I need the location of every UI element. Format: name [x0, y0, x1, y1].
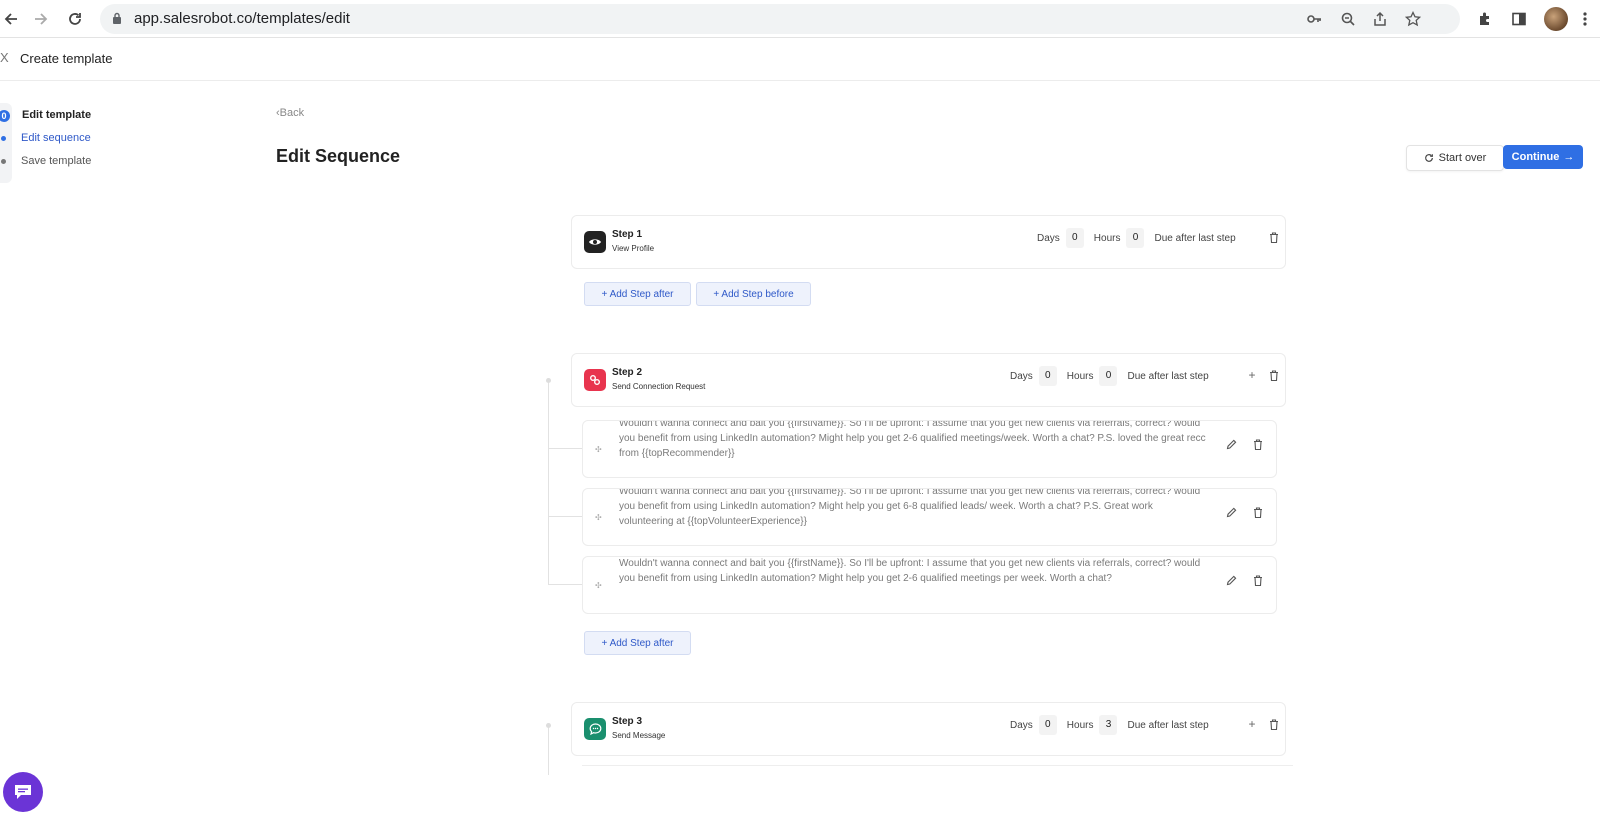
tree-node [546, 378, 551, 383]
trash-icon[interactable] [1267, 717, 1281, 731]
add-step-after-button[interactable]: + Add Step after [584, 282, 691, 306]
trash-icon[interactable] [1267, 230, 1281, 244]
link-icon [584, 369, 606, 391]
trash-icon[interactable] [1251, 437, 1265, 451]
plus-icon[interactable]: + [1245, 368, 1259, 382]
back-arrow-icon[interactable] [0, 8, 22, 30]
days-input[interactable]: 0 [1065, 228, 1084, 248]
tree-connector [548, 380, 549, 584]
forward-arrow-icon[interactable] [30, 8, 52, 30]
message-icon [584, 718, 606, 740]
hours-input[interactable]: 3 [1099, 715, 1118, 735]
step-card-3: Step 3 Send Message Days 0 Hours 3 Due a… [571, 702, 1286, 756]
app-header: X Create template [0, 38, 1600, 81]
step-action: View Profile [612, 244, 655, 253]
tree-connector [548, 725, 549, 775]
tree-branch [548, 516, 582, 517]
drag-handle-icon[interactable]: ✣ [595, 445, 602, 454]
drag-handle-icon[interactable]: ✣ [595, 581, 602, 590]
sidepanel-icon[interactable] [1508, 8, 1530, 30]
close-icon[interactable]: X [0, 50, 9, 65]
message-variant-1[interactable]: ✣ Wouldn't wanna connect and bait you {{… [582, 420, 1277, 478]
chat-widget-button[interactable] [3, 772, 43, 812]
add-step-after-button[interactable]: + Add Step after [584, 631, 691, 655]
page-title: Edit Sequence [276, 146, 401, 166]
stepper-dot [1, 136, 6, 141]
address-bar[interactable]: app.salesrobot.co/templates/edit [100, 4, 1460, 34]
message-variant-3[interactable]: ✣ Wouldn't wanna connect and bait you {{… [582, 556, 1277, 614]
lock-icon [113, 12, 121, 24]
chat-bubble-icon [15, 785, 31, 799]
extensions-icon[interactable] [1474, 8, 1496, 30]
start-over-button[interactable]: Start over [1406, 145, 1504, 171]
arrow-right-icon: → [1563, 151, 1575, 163]
zoom-icon[interactable] [1338, 9, 1358, 29]
share-icon[interactable] [1370, 9, 1390, 29]
days-input[interactable]: 0 [1038, 715, 1057, 735]
url-text[interactable]: app.salesrobot.co/templates/edit [134, 10, 350, 27]
step-card-2: Step 2 Send Connection Request Days 0 Ho… [571, 353, 1286, 407]
stepper-label: Save template [21, 155, 92, 167]
plus-icon[interactable]: + [1245, 717, 1259, 731]
step-timing: Days 0 Hours 0 Due after last step [1037, 228, 1236, 248]
step-timing: Days 0 Hours 3 Due after last step [1010, 715, 1209, 735]
key-icon[interactable] [1304, 9, 1324, 29]
stepper-label: Edit sequence [21, 132, 91, 144]
add-step-before-button[interactable]: + Add Step before [696, 282, 811, 306]
refresh-icon [1424, 154, 1433, 162]
avatar[interactable] [1544, 7, 1568, 31]
days-input[interactable]: 0 [1038, 366, 1057, 386]
reload-icon[interactable] [64, 8, 86, 30]
pencil-icon[interactable] [1224, 437, 1238, 451]
step-action: Send Message [612, 731, 666, 740]
tree-branch [548, 448, 582, 449]
trash-icon[interactable] [1267, 368, 1281, 382]
step-timing: Days 0 Hours 0 Due after last step [1010, 366, 1209, 386]
back-link[interactable]: ‹Back [276, 107, 304, 119]
hours-input[interactable]: 0 [1126, 228, 1145, 248]
tree-branch [548, 584, 582, 585]
trash-icon[interactable] [1251, 505, 1265, 519]
pencil-icon[interactable] [1224, 573, 1238, 587]
eye-icon [584, 231, 606, 253]
stepper-dot [1, 159, 6, 164]
message-variant-2[interactable]: ✣ Wouldn't wanna connect and bait you {{… [582, 488, 1277, 546]
kebab-menu-icon[interactable] [1574, 8, 1596, 30]
page-header-title: Create template [20, 51, 113, 66]
step-title: Step 3 [612, 716, 643, 727]
message-text: Wouldn't wanna connect and bait you {{fi… [619, 488, 1201, 527]
step-title: Step 2 [612, 367, 643, 378]
message-text: Wouldn't wanna connect and bait you {{fi… [619, 420, 1206, 459]
browser-toolbar: app.salesrobot.co/templates/edit [0, 0, 1600, 38]
pencil-icon[interactable] [1224, 505, 1238, 519]
message-text: Wouldn't wanna connect and bait you {{fi… [619, 558, 1201, 584]
bookmark-star-icon[interactable] [1403, 9, 1423, 29]
hours-input[interactable]: 0 [1099, 366, 1118, 386]
trash-icon[interactable] [1251, 573, 1265, 587]
drag-handle-icon[interactable]: ✣ [595, 513, 602, 522]
stepper-label: Edit template [22, 109, 92, 121]
divider [582, 765, 1293, 766]
continue-button[interactable]: Continue → [1503, 145, 1583, 169]
step-action: Send Connection Request [612, 382, 706, 391]
step-card-1: Step 1 View Profile Days 0 Hours 0 Due a… [571, 215, 1286, 269]
tree-node [546, 723, 551, 728]
step-title: Step 1 [612, 229, 643, 240]
